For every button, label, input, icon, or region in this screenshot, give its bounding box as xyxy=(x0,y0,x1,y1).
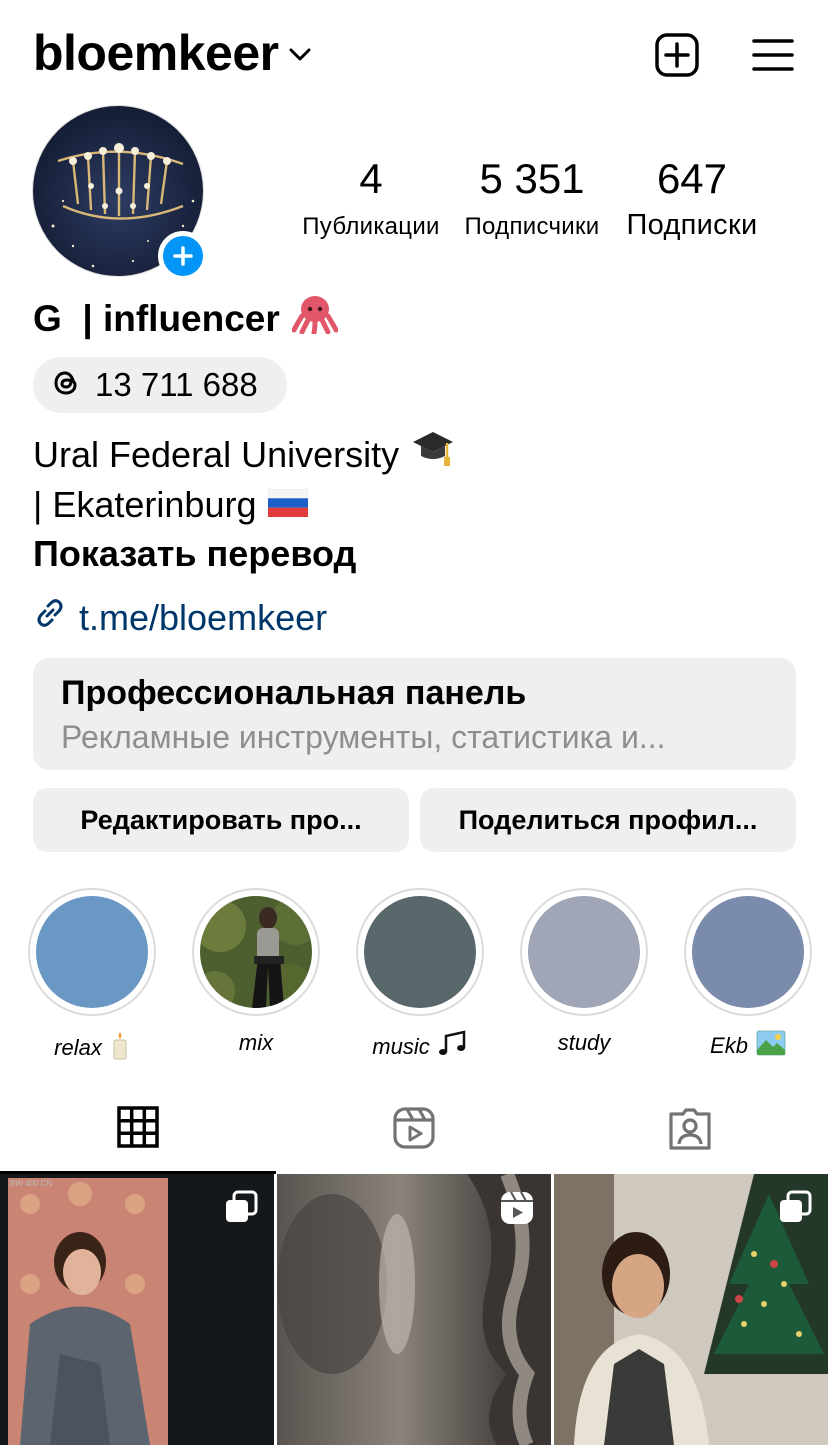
bio-line-2: | Ekaterinburg xyxy=(33,480,455,529)
following-stat[interactable]: 647 Подписки xyxy=(612,155,772,242)
menu-button[interactable] xyxy=(746,28,800,82)
highlight-music[interactable]: music xyxy=(356,888,484,1064)
followers-count: 5 351 xyxy=(479,155,585,202)
landscape-emoji xyxy=(756,1030,786,1062)
show-translation-link[interactable]: Показать перевод xyxy=(33,529,455,578)
profile-header: bloemkeer xyxy=(0,0,828,110)
reels-icon xyxy=(393,1107,435,1149)
highlight-ring xyxy=(192,888,320,1016)
highlight-label: study xyxy=(520,1030,648,1056)
highlight-label: music xyxy=(356,1030,484,1064)
full-name-text: G | influencer xyxy=(33,297,280,339)
account-switcher[interactable]: bloemkeer xyxy=(33,24,311,82)
username[interactable]: bloemkeer xyxy=(33,24,279,82)
highlight-mix[interactable]: mix xyxy=(192,888,320,1056)
highlight-ring xyxy=(28,888,156,1016)
highlight-label-text: Ekb xyxy=(710,1033,748,1058)
highlight-cover xyxy=(364,896,476,1008)
highlight-label: Ekb xyxy=(684,1030,812,1062)
bio-line-1: Ural Federal University xyxy=(33,428,455,480)
plus-icon xyxy=(173,246,193,266)
pro-dashboard-title: Профессиональная панель xyxy=(61,674,527,712)
highlight-cover xyxy=(528,896,640,1008)
tagged-icon xyxy=(669,1108,711,1150)
highlight-label-text: study xyxy=(557,1030,611,1055)
bio-text-2: | Ekaterinburg xyxy=(33,484,257,525)
tab-tagged[interactable] xyxy=(552,1096,828,1174)
tab-reels[interactable] xyxy=(276,1096,552,1174)
post-thumbnail[interactable] xyxy=(277,1174,551,1445)
share-profile-button[interactable]: Поделиться профил... xyxy=(420,788,796,852)
post-thumbnail[interactable]: BW 400 CN xyxy=(0,1174,274,1445)
graduation-cap-emoji xyxy=(411,428,455,480)
highlight-ring xyxy=(520,888,648,1016)
carousel-icon xyxy=(224,1190,258,1229)
highlight-label-text: music xyxy=(372,1034,430,1059)
grid-icon xyxy=(117,1106,159,1148)
post-thumbnail[interactable] xyxy=(554,1174,828,1445)
music-notes-emoji xyxy=(438,1030,468,1064)
hamburger-menu-icon xyxy=(752,39,794,71)
threads-icon xyxy=(51,368,81,403)
highlight-study[interactable]: study xyxy=(520,888,648,1056)
posts-label: Публикации xyxy=(302,213,440,240)
svg-text:BW 400 CN: BW 400 CN xyxy=(10,1179,52,1188)
plus-square-icon xyxy=(655,33,699,77)
professional-dashboard[interactable]: Профессиональная панель Рекламные инстру… xyxy=(33,658,796,770)
tab-posts-grid[interactable] xyxy=(0,1096,276,1174)
threads-count: 13 711 688 xyxy=(95,366,258,403)
threads-badge[interactable]: 13 711 688 xyxy=(33,357,287,413)
edit-profile-button[interactable]: Редактировать про... xyxy=(33,788,409,852)
highlight-ring xyxy=(356,888,484,1016)
candle-emoji xyxy=(110,1030,130,1066)
highlight-cover xyxy=(200,896,312,1008)
carousel-icon xyxy=(778,1190,812,1229)
russia-flag-emoji xyxy=(268,480,309,529)
highlight-relax[interactable]: relax xyxy=(28,888,156,1066)
link-text[interactable]: t.me/bloemkeer xyxy=(79,597,327,639)
posts-stat[interactable]: 4 Публикации xyxy=(290,155,452,241)
highlight-ring xyxy=(684,888,812,1016)
profile-link[interactable]: t.me/bloemkeer xyxy=(33,596,327,639)
full-name: G | influencer xyxy=(33,294,339,343)
posts-count: 4 xyxy=(359,155,383,202)
followers-label: Подписчики xyxy=(464,213,600,240)
highlight-cover xyxy=(36,896,148,1008)
followers-stat[interactable]: 5 351 Подписчики xyxy=(452,155,612,241)
highlight-label: mix xyxy=(192,1030,320,1056)
profile-stats: 4 Публикации 5 351 Подписчики 647 Подпис… xyxy=(290,155,780,255)
pro-dashboard-subtitle: Рекламные инструменты, статистика и... xyxy=(61,719,666,755)
highlight-cover xyxy=(692,896,804,1008)
bio-text-1: Ural Federal University xyxy=(33,433,400,475)
octopus-emoji xyxy=(291,294,339,343)
highlight-label: relax xyxy=(28,1030,156,1066)
link-icon xyxy=(33,596,67,639)
bio: Ural Federal University | Ekaterinburg П… xyxy=(33,428,455,578)
profile-tabs xyxy=(0,1096,828,1174)
profile-avatar[interactable] xyxy=(32,105,208,281)
highlight-label-text: relax xyxy=(54,1035,102,1060)
highlight-ekb[interactable]: Ekb xyxy=(684,888,812,1062)
reel-icon xyxy=(499,1190,535,1231)
chevron-down-icon[interactable] xyxy=(289,48,311,67)
following-count: 647 xyxy=(656,155,728,202)
following-label: Подписки xyxy=(626,209,758,241)
add-story-button[interactable] xyxy=(158,231,208,281)
highlight-label-text: mix xyxy=(238,1030,274,1055)
create-post-button[interactable] xyxy=(650,28,704,82)
